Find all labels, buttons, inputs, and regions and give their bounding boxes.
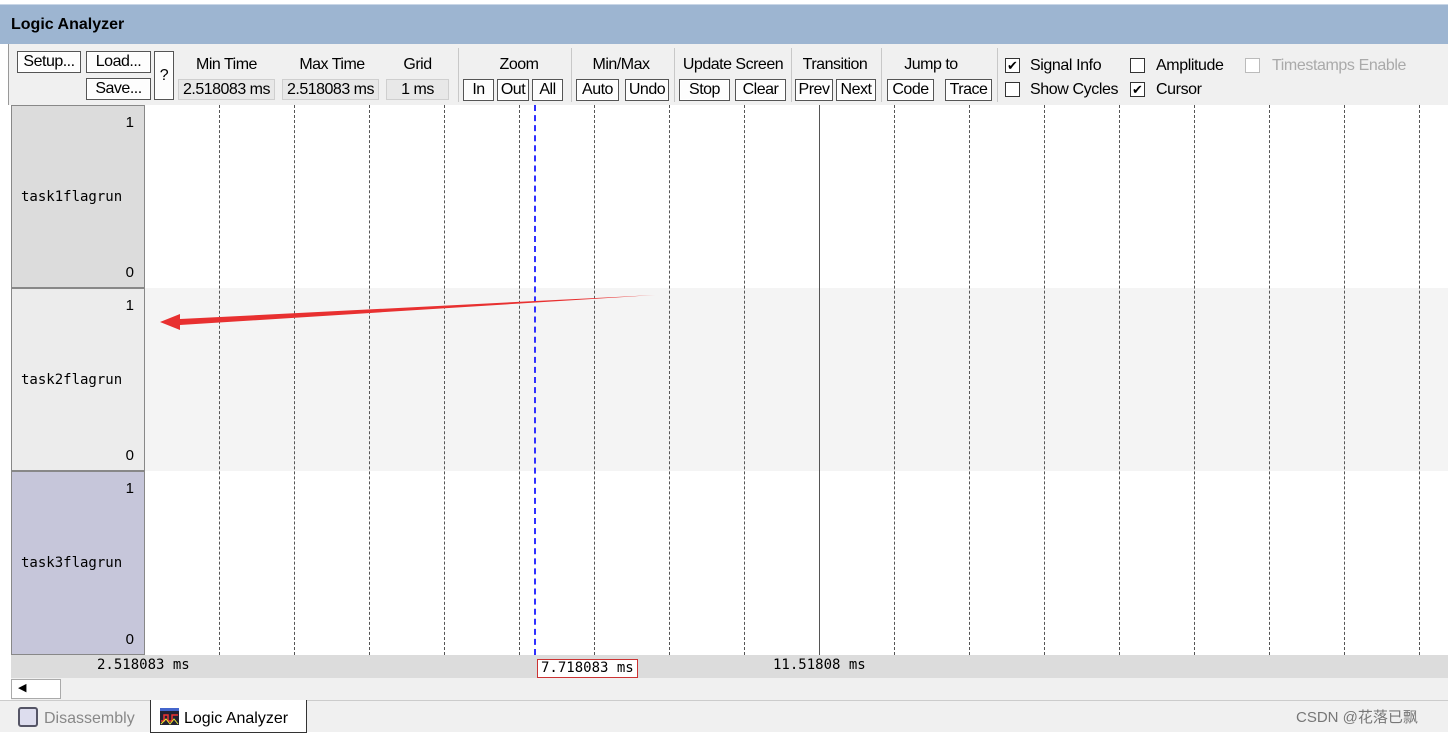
tab-label: Logic Analyzer	[184, 710, 289, 727]
tab-label: Disassembly	[44, 710, 135, 727]
annotation-arrow	[160, 295, 655, 330]
axis-end-time: 11.51808 ms	[773, 657, 866, 673]
time-axis: 2.518083 ms 7.718083 ms 11.51808 ms	[11, 655, 1448, 678]
logic-analyzer-icon	[160, 708, 179, 725]
tab-logic-analyzer[interactable]: Logic Analyzer	[150, 700, 307, 733]
cursor-time: 7.718083 ms	[537, 659, 638, 678]
watermark: CSDN @花落已飘	[1296, 709, 1418, 726]
axis-start-time: 2.518083 ms	[97, 657, 190, 673]
tab-disassembly[interactable]: Disassembly	[10, 701, 150, 732]
tab-bar: Disassembly Logic Analyzer CSDN @花落已飘	[0, 700, 1448, 733]
scroll-left-button[interactable]: ◀	[11, 679, 61, 699]
horizontal-scrollbar[interactable]: ◀	[11, 678, 1448, 700]
disassembly-icon	[18, 707, 38, 727]
